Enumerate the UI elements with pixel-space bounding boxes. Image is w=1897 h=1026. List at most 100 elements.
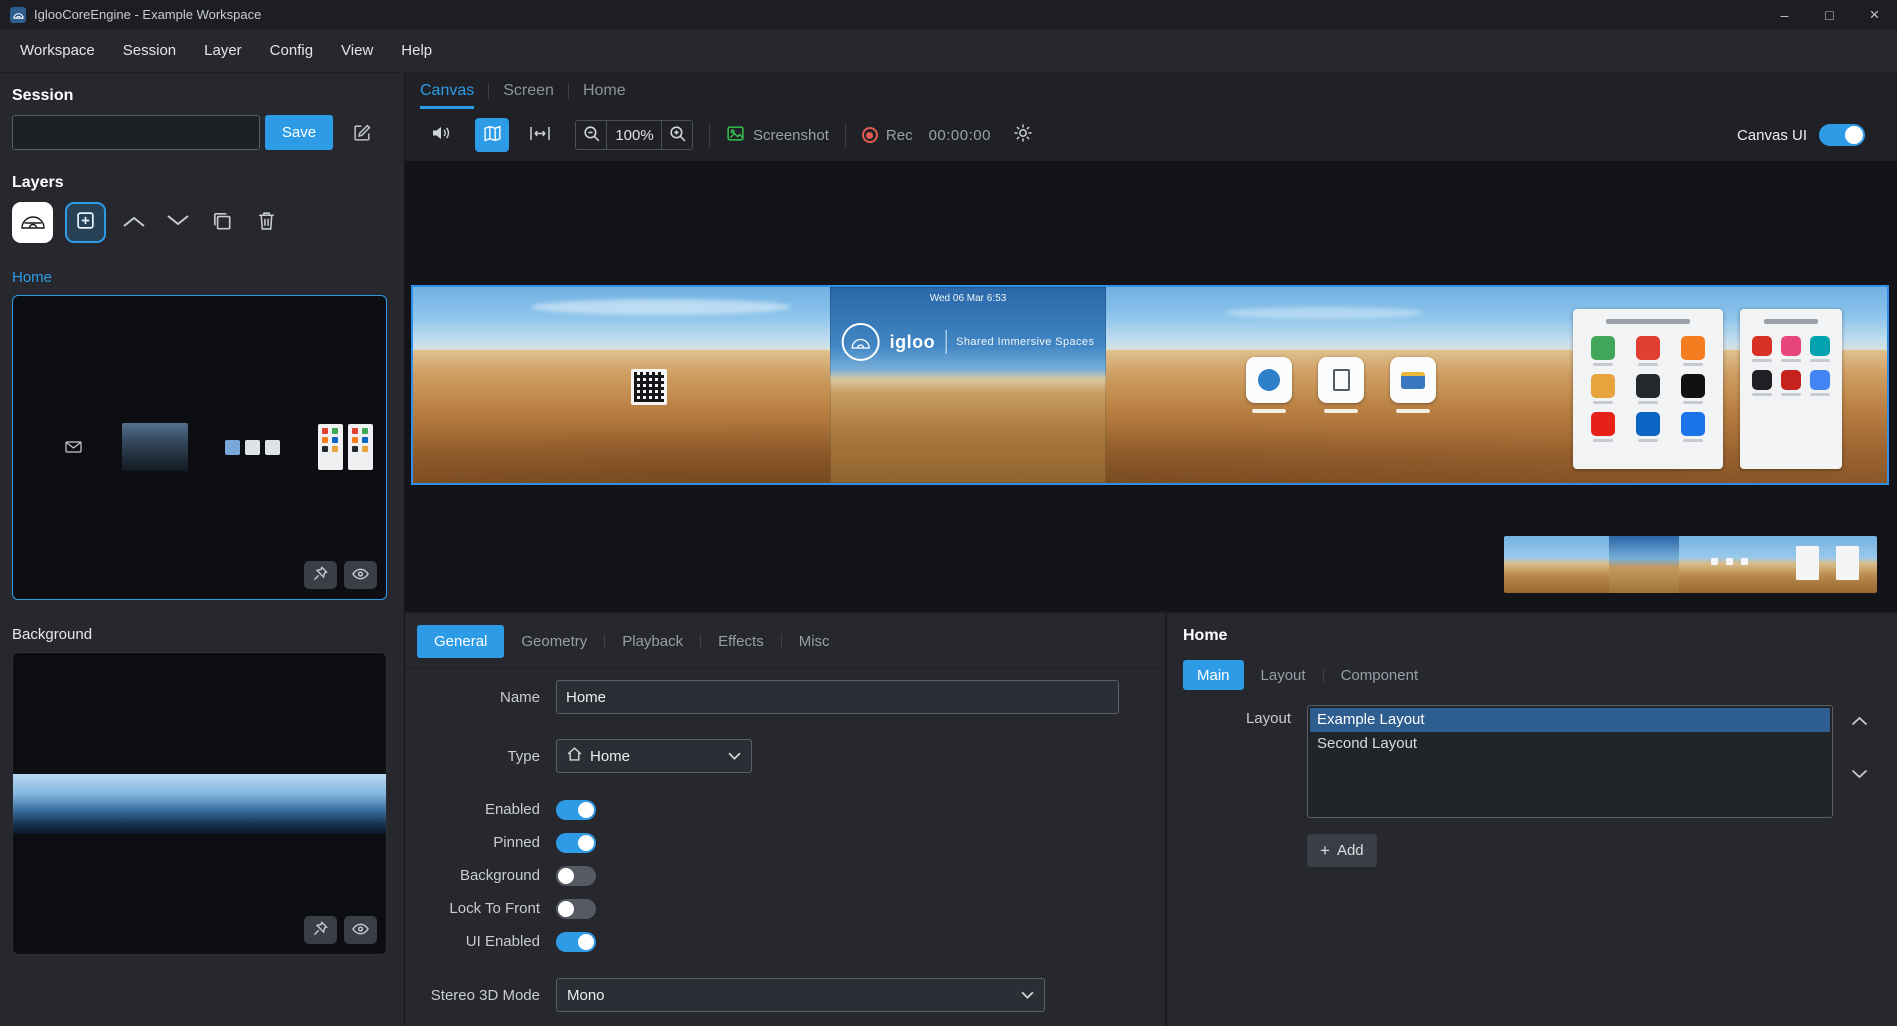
eye-icon <box>352 922 369 939</box>
minimize-button[interactable]: – <box>1762 0 1807 29</box>
tab-home[interactable]: Home <box>583 82 626 109</box>
layout-list: Example Layout Second Layout <box>1307 705 1833 818</box>
layers-toolbar <box>12 202 388 243</box>
type-label: Type <box>405 748 540 765</box>
screenshot-icon <box>726 124 745 147</box>
background-visibility-button[interactable] <box>344 916 377 944</box>
volume-button[interactable] <box>426 119 455 151</box>
tab-main[interactable]: Main <box>1183 660 1244 690</box>
canvas-minimap[interactable] <box>1504 536 1877 593</box>
layout-item[interactable]: Second Layout <box>1310 732 1830 756</box>
tab-misc[interactable]: Misc <box>782 633 847 650</box>
canvas-ui-toggle[interactable] <box>1819 124 1865 146</box>
app-tile <box>1390 357 1436 403</box>
move-layer-up-button[interactable] <box>118 207 150 239</box>
record-icon <box>862 127 878 143</box>
igloo-tagline: Shared Immersive Spaces <box>956 336 1094 348</box>
background-toggle[interactable] <box>556 866 596 886</box>
preview-launcher-panels <box>318 424 373 470</box>
eye-icon <box>352 567 369 584</box>
zoom-out-button[interactable] <box>575 120 607 150</box>
tab-general[interactable]: General <box>417 625 504 658</box>
ui-enabled-toggle[interactable] <box>556 932 596 952</box>
tab-canvas[interactable]: Canvas <box>420 82 474 109</box>
igloo-layer-button[interactable] <box>12 202 53 243</box>
tab-layout[interactable]: Layout <box>1244 667 1323 684</box>
layout-label: Layout <box>1183 710 1291 727</box>
enabled-toggle[interactable] <box>556 800 596 820</box>
launcher-tile-grid <box>1581 336 1715 436</box>
enabled-label: Enabled <box>405 801 540 818</box>
zoom-in-button[interactable] <box>661 120 693 150</box>
layer-home-label[interactable]: Home <box>12 269 388 286</box>
record-button[interactable]: Rec <box>862 127 913 144</box>
tab-geometry[interactable]: Geometry <box>504 633 604 650</box>
pinned-toggle[interactable] <box>556 833 596 853</box>
pin-layer-button[interactable] <box>304 561 337 589</box>
panorama-canvas[interactable]: Wed 06 Mar 6:53 igloo Shared Immersive S… <box>411 285 1889 485</box>
layer-visibility-button[interactable] <box>344 561 377 589</box>
launcher-panel <box>1740 309 1842 469</box>
minimap-content <box>1836 546 1859 580</box>
record-label: Rec <box>886 127 913 144</box>
toggle-group: Enabled Pinned Background Lock To F <box>405 786 1165 966</box>
app-logo-icon <box>10 7 26 23</box>
igloo-icon <box>20 212 46 233</box>
layout-item[interactable]: Example Layout <box>1310 708 1830 732</box>
maximize-button[interactable]: □ <box>1807 0 1852 29</box>
canvas-viewport[interactable]: Wed 06 Mar 6:53 igloo Shared Immersive S… <box>405 161 1897 611</box>
type-select[interactable]: Home <box>556 739 752 773</box>
layer-background-preview[interactable] <box>12 652 387 955</box>
name-input[interactable] <box>556 680 1119 714</box>
pin-icon <box>313 566 328 585</box>
menu-config[interactable]: Config <box>256 29 327 73</box>
screenshot-button[interactable]: Screenshot <box>726 124 829 147</box>
layout-list-row: Layout Example Layout Second Layout <box>1183 705 1897 818</box>
zoom-out-icon <box>582 124 601 147</box>
settings-button[interactable] <box>1009 119 1037 151</box>
app-window: IglooCoreEngine - Example Workspace – □ … <box>0 0 1897 1026</box>
launcher-panel-title <box>1764 319 1817 324</box>
tab-component[interactable]: Component <box>1324 667 1436 684</box>
tab-effects[interactable]: Effects <box>701 633 781 650</box>
app-tile <box>1318 357 1364 403</box>
move-layout-down-button[interactable] <box>1849 764 1870 785</box>
edit-session-icon[interactable] <box>349 120 375 146</box>
tab-screen[interactable]: Screen <box>503 82 554 109</box>
launcher-panel <box>1573 309 1723 469</box>
igloo-wordmark: igloo <box>890 332 936 353</box>
menu-layer[interactable]: Layer <box>190 29 256 73</box>
map-view-button[interactable] <box>475 118 509 152</box>
background-image-strip <box>13 774 386 834</box>
pin-background-button[interactable] <box>304 916 337 944</box>
close-button[interactable]: × <box>1852 0 1897 29</box>
lock-to-front-toggle[interactable] <box>556 899 596 919</box>
move-layout-up-button[interactable] <box>1849 711 1870 732</box>
chevron-down-icon <box>165 214 191 232</box>
layer-home-preview[interactable] <box>12 295 387 600</box>
igloo-circle-icon <box>842 323 880 361</box>
session-name-input[interactable] <box>12 115 260 150</box>
menu-workspace[interactable]: Workspace <box>6 29 109 73</box>
fit-width-button[interactable] <box>525 121 555 150</box>
save-button[interactable]: Save <box>265 115 333 150</box>
enabled-row: Enabled <box>405 793 1165 826</box>
layer-background-label[interactable]: Background <box>12 626 388 643</box>
add-layer-button[interactable] <box>65 202 106 243</box>
document-glyph-icon <box>1333 369 1350 391</box>
minimap-content <box>1741 558 1748 565</box>
menu-session[interactable]: Session <box>109 29 190 73</box>
delete-layer-button[interactable] <box>250 207 282 239</box>
menu-view[interactable]: View <box>327 29 387 73</box>
minimap-content <box>1796 546 1819 580</box>
minimap-content <box>1711 558 1718 565</box>
tab-playback[interactable]: Playback <box>605 633 700 650</box>
duplicate-layer-button[interactable] <box>206 207 238 239</box>
menu-help[interactable]: Help <box>387 29 446 73</box>
stereo-3d-mode-select[interactable]: Mono <box>556 978 1045 1012</box>
add-layout-button[interactable]: + Add <box>1307 834 1377 867</box>
move-layer-down-button[interactable] <box>162 207 194 239</box>
layout-panel: Home Main Layout Component Layout Exampl… <box>1167 613 1897 1026</box>
layout-reorder-controls <box>1849 711 1870 785</box>
background-label: Background <box>405 867 540 884</box>
